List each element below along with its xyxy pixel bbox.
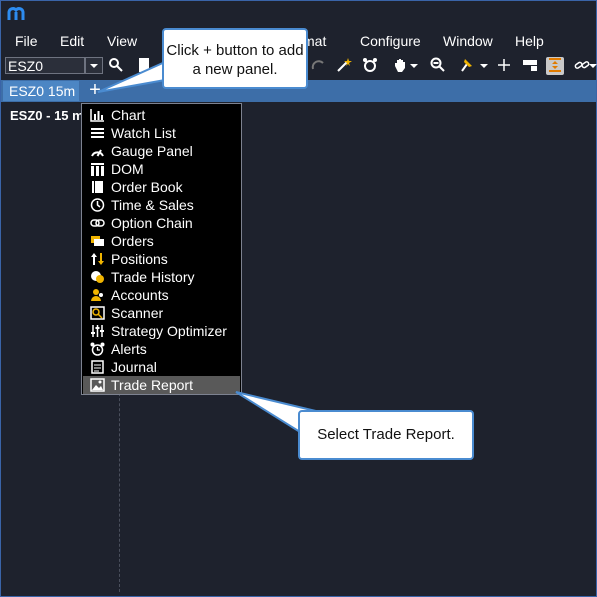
menu-item-option-chain[interactable]: Option Chain (83, 214, 240, 232)
menu-item-strategy-optimizer[interactable]: Strategy Optimizer (83, 322, 240, 340)
menu-item-trade-report[interactable]: Trade Report (83, 376, 240, 394)
dropdown-arrow-icon[interactable] (475, 57, 493, 75)
magic-wand-icon[interactable] (335, 57, 353, 75)
sliders-icon (90, 324, 105, 338)
alarm-icon[interactable] (361, 57, 379, 75)
search-icon[interactable] (107, 57, 125, 75)
add-panel-menu: Chart Watch List Gauge Panel DOM Order B… (81, 103, 242, 395)
gauge-icon (90, 144, 105, 158)
menu-item-orders[interactable]: Orders (83, 232, 240, 250)
alarm-clock-icon (90, 342, 105, 356)
menu-view[interactable]: View (107, 33, 137, 49)
clock-dollar-icon (90, 198, 105, 212)
dom-icon (90, 162, 105, 176)
app-logo-icon (7, 7, 25, 20)
menu-item-time-sales[interactable]: Time & Sales (83, 196, 240, 214)
zoom-out-icon[interactable] (429, 57, 447, 75)
menu-item-chart[interactable]: Chart (83, 106, 240, 124)
journal-icon (90, 360, 105, 374)
menu-item-scanner[interactable]: Scanner (83, 304, 240, 322)
redo-icon[interactable] (309, 57, 327, 75)
accounts-icon (90, 288, 105, 302)
history-icon (90, 270, 105, 284)
chain-icon (90, 216, 105, 230)
callout-select-report: Select Trade Report. (298, 410, 474, 460)
menu-item-watch-list[interactable]: Watch List (83, 124, 240, 142)
chevron-down-icon (90, 64, 98, 68)
crosshair-icon[interactable] (495, 57, 513, 75)
pin-icon[interactable] (457, 57, 475, 75)
menu-item-trade-history[interactable]: Trade History (83, 268, 240, 286)
menu-item-order-book[interactable]: Order Book (83, 178, 240, 196)
chart-title: ESZ0 - 15 m (10, 108, 84, 123)
image-report-icon (90, 378, 105, 392)
menu-item-accounts[interactable]: Accounts (83, 286, 240, 304)
menu-configure[interactable]: Configure (360, 33, 421, 49)
data-window-icon[interactable] (521, 57, 539, 75)
document-icon[interactable] (135, 57, 153, 75)
menu-file[interactable]: File (15, 33, 38, 49)
book-icon (90, 180, 105, 194)
callout-add-panel: Click + button to add a new panel. (162, 28, 308, 89)
auto-scale-icon[interactable] (546, 57, 564, 75)
menu-item-alerts[interactable]: Alerts (83, 340, 240, 358)
scanner-icon (90, 306, 105, 320)
menu-help[interactable]: Help (515, 33, 544, 49)
bar-chart-icon (90, 108, 105, 122)
dropdown-arrow-icon[interactable] (588, 57, 597, 75)
symbol-dropdown-button[interactable] (85, 57, 103, 74)
orders-icon (90, 234, 105, 248)
symbol-input[interactable]: ESZ0 (5, 57, 85, 74)
dropdown-arrow-icon[interactable] (405, 57, 423, 75)
up-down-arrows-icon (90, 252, 105, 266)
list-icon (90, 126, 105, 140)
menu-item-journal[interactable]: Journal (83, 358, 240, 376)
menu-edit[interactable]: Edit (60, 33, 84, 49)
add-panel-button[interactable]: + (86, 80, 104, 102)
menu-item-gauge-panel[interactable]: Gauge Panel (83, 142, 240, 160)
tab-esz0-15m[interactable]: ESZ0 15m (3, 81, 79, 101)
title-bar (1, 1, 596, 29)
menu-item-positions[interactable]: Positions (83, 250, 240, 268)
menu-item-dom[interactable]: DOM (83, 160, 240, 178)
menu-window[interactable]: Window (443, 33, 493, 49)
